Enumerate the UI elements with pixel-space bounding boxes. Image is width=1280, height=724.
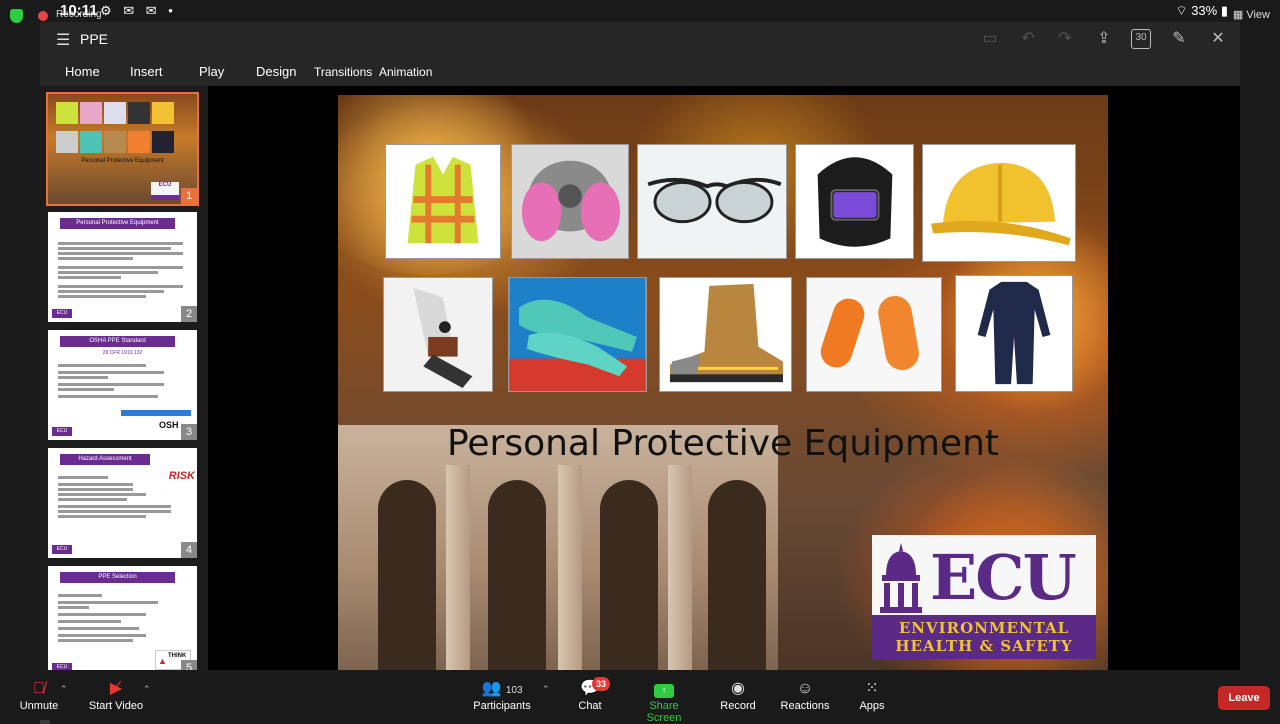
notification-icons: ⚙ ✉ ✉ •: [100, 3, 177, 18]
undo-icon[interactable]: ↶: [1018, 29, 1038, 49]
thumbnail-title: Hazard Assessment: [60, 454, 150, 465]
tab-animation[interactable]: Animation: [379, 65, 432, 79]
tab-home[interactable]: Home: [65, 64, 100, 79]
thumbnail-ppe-grid: [56, 102, 186, 160]
ecu-logo-mini: ECU: [52, 427, 72, 436]
tab-play[interactable]: Play: [199, 64, 224, 79]
cupola-icon: [880, 543, 922, 613]
logo-letters: ECU: [930, 541, 1077, 614]
chemical-gloves-image: [508, 277, 647, 392]
apps-icon: ⁙: [865, 680, 879, 697]
slide-thumbnail-3[interactable]: OSHA PPE Standard 29 CFR 1910.132 OSH EC…: [48, 330, 197, 440]
participants-button[interactable]: 👥 103 Participants: [472, 678, 532, 712]
video-off-icon: ▶̸: [109, 680, 123, 697]
electrical-gloves-image: [383, 277, 493, 392]
warning-icon: ▲: [158, 656, 167, 666]
thumbnail-body-lines: [58, 592, 183, 642]
thumbnail-subtitle: 29 CFR 1910.132: [102, 350, 143, 356]
save-icon[interactable]: ▭: [980, 29, 1000, 49]
ecu-logo-mini: ECU: [151, 182, 179, 200]
apps-button[interactable]: ⁙ Apps: [856, 678, 888, 712]
battery-indicator: ⌔ 33% ▮: [1175, 3, 1228, 19]
unmute-button[interactable]: 🎙̸ Unmute: [18, 678, 60, 712]
video-options-chevron-icon[interactable]: ⌃: [143, 684, 151, 695]
safety-glasses-image: [637, 144, 787, 259]
slide-number: 4: [181, 542, 197, 558]
shield-icon: [10, 9, 23, 23]
slideshow-icon[interactable]: 30: [1131, 29, 1151, 49]
thumbnail-title: Personal Protective Equipment: [81, 158, 164, 164]
earplugs-image: [806, 277, 942, 392]
slide-thumbnail-1[interactable]: Personal Protective Equipment ECU 1: [46, 92, 199, 206]
battery-percent: 33%: [1191, 3, 1218, 18]
thumbnail-body-lines: [58, 238, 183, 298]
menu-icon[interactable]: ☰: [56, 30, 70, 50]
thumbnail-title: Personal Protective Equipment: [60, 218, 175, 229]
tab-insert[interactable]: Insert: [130, 64, 163, 79]
title-bar: ☰ PPE ▭ ↶ ↷ ⇪ 30 ✎ ✕: [40, 22, 1240, 56]
participants-chevron-icon[interactable]: ⌃: [542, 684, 550, 695]
share-screen-button[interactable]: ↑ Share Screen: [632, 678, 696, 724]
record-icon: ◉: [731, 680, 745, 697]
thumbnail-title: OSHA PPE Standard: [60, 336, 175, 347]
audio-options-chevron-icon[interactable]: ⌃: [60, 684, 68, 695]
logo-line-1: ENVIRONMENTAL: [898, 619, 1070, 637]
hard-hat-image: [922, 144, 1076, 262]
reactions-icon: ☺: [796, 680, 814, 697]
view-icon: ▦: [1232, 9, 1244, 21]
slide-number: 2: [181, 306, 197, 322]
slide-canvas: Personal Protective Equipment ECU ENVIRO…: [338, 95, 1108, 670]
wifi-icon: ⌔: [1175, 3, 1188, 18]
thumbnail-body-lines: [58, 474, 183, 518]
slide-thumbnail-2[interactable]: Personal Protective Equipment ECU 2: [48, 212, 197, 322]
safety-vest-image: [385, 144, 501, 259]
start-video-button[interactable]: ▶̸ Start Video: [88, 678, 144, 712]
clock: 10:11: [60, 2, 98, 19]
meeting-toolbar: 🎙̸ Unmute ⌃ ▶̸ Start Video ⌃ 👥 103 Parti…: [0, 670, 1280, 724]
ribbon-tabs: Home Insert Play Design Transitions Anim…: [40, 56, 1240, 86]
ecu-ehs-logo: ECU ENVIRONMENTAL HEALTH & SAFETY: [872, 535, 1096, 659]
redo-icon[interactable]: ↷: [1055, 29, 1075, 49]
think-label: THINK: [168, 653, 187, 659]
thumbnail-body-lines: [58, 364, 183, 398]
muted-mic-icon: 🎙̸: [33, 680, 45, 697]
view-button[interactable]: ▦ View: [1233, 8, 1270, 21]
recording-dot-icon: [38, 11, 48, 21]
share-icon[interactable]: ⇪: [1094, 29, 1114, 49]
coverall-image: [955, 275, 1073, 392]
slide-number: 1: [181, 188, 197, 204]
device-status-bar: Recording 10:11 ⚙ ✉ ✉ • ⌔ 33% ▮ ▦ View: [0, 0, 1280, 23]
participants-icon: 👥 103: [481, 680, 523, 697]
slide-thumbnail-pane: Personal Protective Equipment ECU 1 Pers…: [40, 86, 208, 724]
tab-transitions[interactable]: Transitions: [314, 65, 372, 79]
slide-thumbnail-5[interactable]: PPE Selection ▲ THINK ECU 5: [48, 566, 197, 676]
respirator-image: [511, 144, 629, 259]
edit-pen-icon[interactable]: ✎: [1169, 29, 1189, 49]
leave-button[interactable]: Leave: [1218, 686, 1270, 710]
participants-count: 103: [505, 685, 523, 696]
ecu-logo-mini: ECU: [52, 545, 72, 554]
view-label: View: [1246, 9, 1270, 21]
chat-unread-badge: 33: [592, 677, 611, 691]
ecu-logo-mini: ECU: [52, 309, 72, 318]
welding-helmet-image: [795, 144, 914, 259]
close-icon[interactable]: ✕: [1208, 29, 1228, 49]
slide-title: Personal Protective Equipment: [446, 423, 1000, 464]
reactions-button[interactable]: ☺ Reactions: [780, 678, 830, 712]
record-button[interactable]: ◉ Record: [718, 678, 758, 712]
logo-line-2: HEALTH & SAFETY: [895, 637, 1073, 655]
thumbnail-title: PPE Selection: [60, 572, 175, 583]
work-boot-image: [659, 277, 792, 392]
share-screen-icon: ↑: [632, 678, 696, 700]
slide-number: 3: [181, 424, 197, 440]
battery-icon: ▮: [1220, 3, 1228, 18]
tab-design[interactable]: Design: [256, 64, 296, 79]
document-title: PPE: [80, 31, 109, 47]
slide-thumbnail-4[interactable]: Hazard Assessment RISK ECU 4: [48, 448, 197, 558]
